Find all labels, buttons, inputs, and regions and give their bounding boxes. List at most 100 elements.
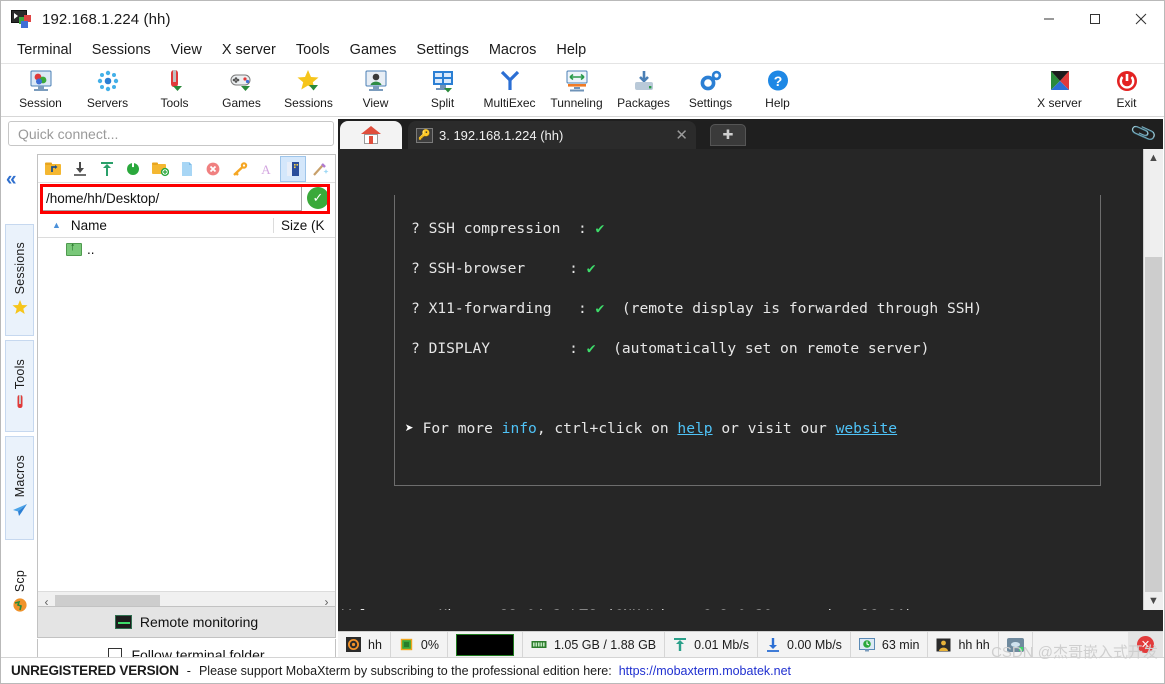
upload-icon[interactable] <box>93 156 120 182</box>
toolbar-multiexec-button[interactable]: MultiExec <box>476 64 543 116</box>
link-website[interactable]: website <box>836 420 898 437</box>
status-uptime[interactable]: 63 min <box>851 631 929 658</box>
download-arrow-icon <box>766 637 780 652</box>
toolbar-xserver-button[interactable]: X server <box>1026 64 1093 116</box>
cpu-icon <box>399 637 414 652</box>
status-save-session[interactable] <box>999 631 1033 658</box>
link-info[interactable]: info <box>502 420 537 437</box>
download-icon[interactable] <box>67 156 94 182</box>
menu-terminal[interactable]: Terminal <box>8 40 81 60</box>
minimize-button[interactable] <box>1026 1 1072 37</box>
window-controls <box>1026 1 1164 37</box>
scroll-down-icon[interactable]: ▼ <box>1144 592 1163 610</box>
info-check-3: ✔ <box>586 340 596 357</box>
toolbar-help-label: Help <box>765 96 790 110</box>
status-cpu[interactable]: 0% <box>391 631 448 658</box>
menu-xserver[interactable]: X server <box>213 40 285 60</box>
status-users[interactable]: hh hh <box>928 631 999 658</box>
session-icon <box>26 67 56 95</box>
vscroll-track-top[interactable] <box>1144 167 1163 257</box>
maximize-button[interactable] <box>1072 1 1118 37</box>
status-download[interactable]: 0.00 Mb/s <box>758 631 851 658</box>
swiss-knife-icon <box>12 394 28 413</box>
status-user[interactable]: hh <box>338 631 391 658</box>
status-cpu-graph[interactable] <box>448 631 523 658</box>
sidebar-tab-tools[interactable]: Tools <box>5 340 34 432</box>
tools-icon <box>160 67 190 95</box>
status-user-label: hh <box>368 637 382 652</box>
info-sep-3: : <box>490 340 587 357</box>
sidebar-tab-scp[interactable]: Scp <box>5 544 34 642</box>
delete-icon[interactable] <box>200 156 227 182</box>
user-card-icon <box>936 638 951 652</box>
tab-session-192-168-1-224[interactable]: 🔑 3. 192.168.1.224 (hh) ✕ <box>408 121 696 149</box>
sftp-file-header: ▲ Name Size (K <box>38 213 335 238</box>
toolbar-packages-button[interactable]: Packages <box>610 64 677 116</box>
terminal-tab-strip: 🔑 3. 192.168.1.224 (hh) ✕ ✚ 📎 <box>338 119 1163 149</box>
binary-mode-icon[interactable] <box>279 155 307 182</box>
toolbar-tunneling-button[interactable]: Tunneling <box>543 64 610 116</box>
toolbar-sessions-button[interactable]: Sessions <box>275 64 342 116</box>
scroll-up-icon[interactable]: ▲ <box>1144 149 1163 167</box>
new-folder-icon[interactable] <box>147 156 174 182</box>
text-mode-icon[interactable]: A <box>253 156 280 182</box>
close-button[interactable] <box>1118 1 1164 37</box>
link-help[interactable]: help <box>677 420 712 437</box>
menu-settings[interactable]: Settings <box>407 40 477 60</box>
toolbar-tools-button[interactable]: Tools <box>141 64 208 116</box>
toolbar-exit-button[interactable]: Exit <box>1093 64 1160 116</box>
paperclip-icon[interactable]: 📎 <box>1129 119 1158 148</box>
collapse-sidebar-icon[interactable]: « <box>6 170 17 189</box>
info-check-0: ✔ <box>595 220 605 237</box>
tab-close-icon[interactable]: ✕ <box>675 126 688 144</box>
permissions-key-icon[interactable] <box>226 156 253 182</box>
terminal-more-info-line: ➤ For more info, ctrl+click on help or v… <box>405 419 1100 439</box>
menu-games[interactable]: Games <box>341 40 406 60</box>
new-tab-button[interactable]: ✚ <box>710 124 746 146</box>
new-file-icon[interactable] <box>173 156 200 182</box>
banner-link[interactable]: https://mobaxterm.mobatek.net <box>619 664 791 678</box>
sidebar-tab-sessions[interactable]: Sessions <box>5 224 34 336</box>
toolbar-view-button[interactable]: View <box>342 64 409 116</box>
svg-text:A: A <box>262 162 272 177</box>
toolbar-session-button[interactable]: Session <box>7 64 74 116</box>
go-up-folder-icon[interactable] <box>40 156 67 182</box>
magic-wand-icon[interactable] <box>306 156 333 182</box>
list-item[interactable]: .. <box>38 238 335 260</box>
info-sep-1: : <box>525 260 587 277</box>
remote-monitoring-button[interactable]: Remote monitoring <box>37 606 336 638</box>
terminal-output[interactable]: ? SSH compression : ✔ ? SSH-browser : ✔ … <box>338 149 1143 610</box>
status-memory[interactable]: 1.05 GB / 1.88 GB <box>523 631 666 658</box>
toolbar-tunneling-label: Tunneling <box>550 96 603 110</box>
split-icon <box>428 67 458 95</box>
menu-macros[interactable]: Macros <box>480 40 546 60</box>
toolbar-games-button[interactable]: Games <box>208 64 275 116</box>
quick-connect-input[interactable]: Quick connect... <box>8 121 334 146</box>
vscroll-thumb[interactable] <box>1145 257 1162 592</box>
sftp-browser-panel: A /home/hh/Desktop/ ✓ ▲ Name Size (K .. … <box>37 154 336 612</box>
sftp-path-input[interactable]: /home/hh/Desktop/ <box>41 185 302 211</box>
toolbar-multiexec-label: MultiExec <box>483 96 536 110</box>
sort-ascending-icon[interactable]: ▲ <box>52 220 61 230</box>
sessions-star-icon <box>294 67 324 95</box>
tab-home[interactable] <box>340 121 402 149</box>
menu-tools[interactable]: Tools <box>287 40 339 60</box>
status-upload[interactable]: 0.01 Mb/s <box>665 631 759 658</box>
terminal-vertical-scrollbar[interactable]: ▲ ▼ <box>1143 149 1163 610</box>
toolbar-exit-label: Exit <box>1116 96 1137 110</box>
refresh-icon[interactable] <box>120 156 147 182</box>
status-close-session[interactable]: ✕ <box>1128 631 1163 658</box>
toolbar-settings-button[interactable]: Settings <box>677 64 744 116</box>
menu-view[interactable]: View <box>162 40 211 60</box>
sidebar-tab-macros[interactable]: Macros <box>5 436 34 540</box>
menu-help[interactable]: Help <box>547 40 595 60</box>
column-header-name[interactable]: Name <box>71 218 273 233</box>
column-header-size[interactable]: Size (K <box>273 217 335 233</box>
menu-sessions[interactable]: Sessions <box>83 40 160 60</box>
terminal-info-box: ? SSH compression : ✔ ? SSH-browser : ✔ … <box>394 195 1101 486</box>
parent-folder-icon <box>66 241 82 256</box>
toolbar-servers-button[interactable]: Servers <box>74 64 141 116</box>
toolbar-split-button[interactable]: Split <box>409 64 476 116</box>
sidebar-tab-scp-label: Scp <box>12 570 27 593</box>
toolbar-help-button[interactable]: ? Help <box>744 64 811 116</box>
